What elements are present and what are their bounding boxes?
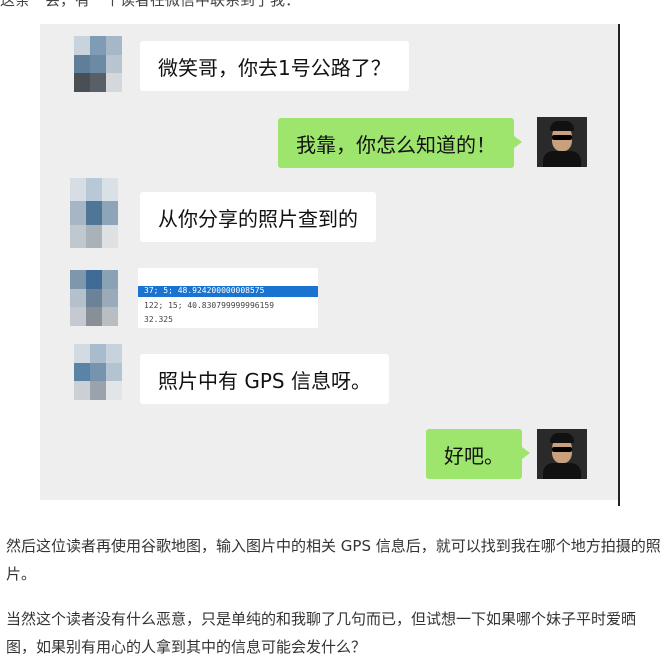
avatar [74,344,122,400]
chat-message-received[interactable]: 微笑哥，你去1号公路了？ [140,41,409,91]
gps-latitude-text: 37; 5; 48.924200000008575 [144,286,265,295]
avatar [537,429,587,479]
gps-longitude-text: 122; 15; 40.830799999996159 [144,301,275,310]
avatar [74,36,122,92]
chat-image-message[interactable]: 37; 5; 48.924200000008575 122; 15; 40.83… [138,268,318,328]
avatar [70,178,118,248]
article-paragraph: 然后这位读者再使用谷歌地图，输入图片中的相关 GPS 信息后，就可以找到我在哪个… [6,537,661,583]
article-paragraph: 当然这个读者没有什么恶意，只是单纯的和我聊了几句而已，但试想一下如果哪个妹子平时… [6,610,637,656]
gps-altitude-text: 32.325 [144,315,173,324]
chat-message-sent[interactable]: 好吧。 [426,429,530,479]
avatar [70,270,118,326]
chat-message-received[interactable]: 从你分享的照片查到的 [140,192,376,242]
chat-screenshot [40,24,618,500]
chat-message-sent[interactable]: 我靠，你怎么知道的！ [278,118,522,168]
chat-border [618,24,620,506]
avatar [537,117,587,167]
article-partial-line: 这条一会，有一个读者在微信中联系到了我： [0,0,301,9]
chat-message-received[interactable]: 照片中有 GPS 信息呀。 [140,354,389,404]
